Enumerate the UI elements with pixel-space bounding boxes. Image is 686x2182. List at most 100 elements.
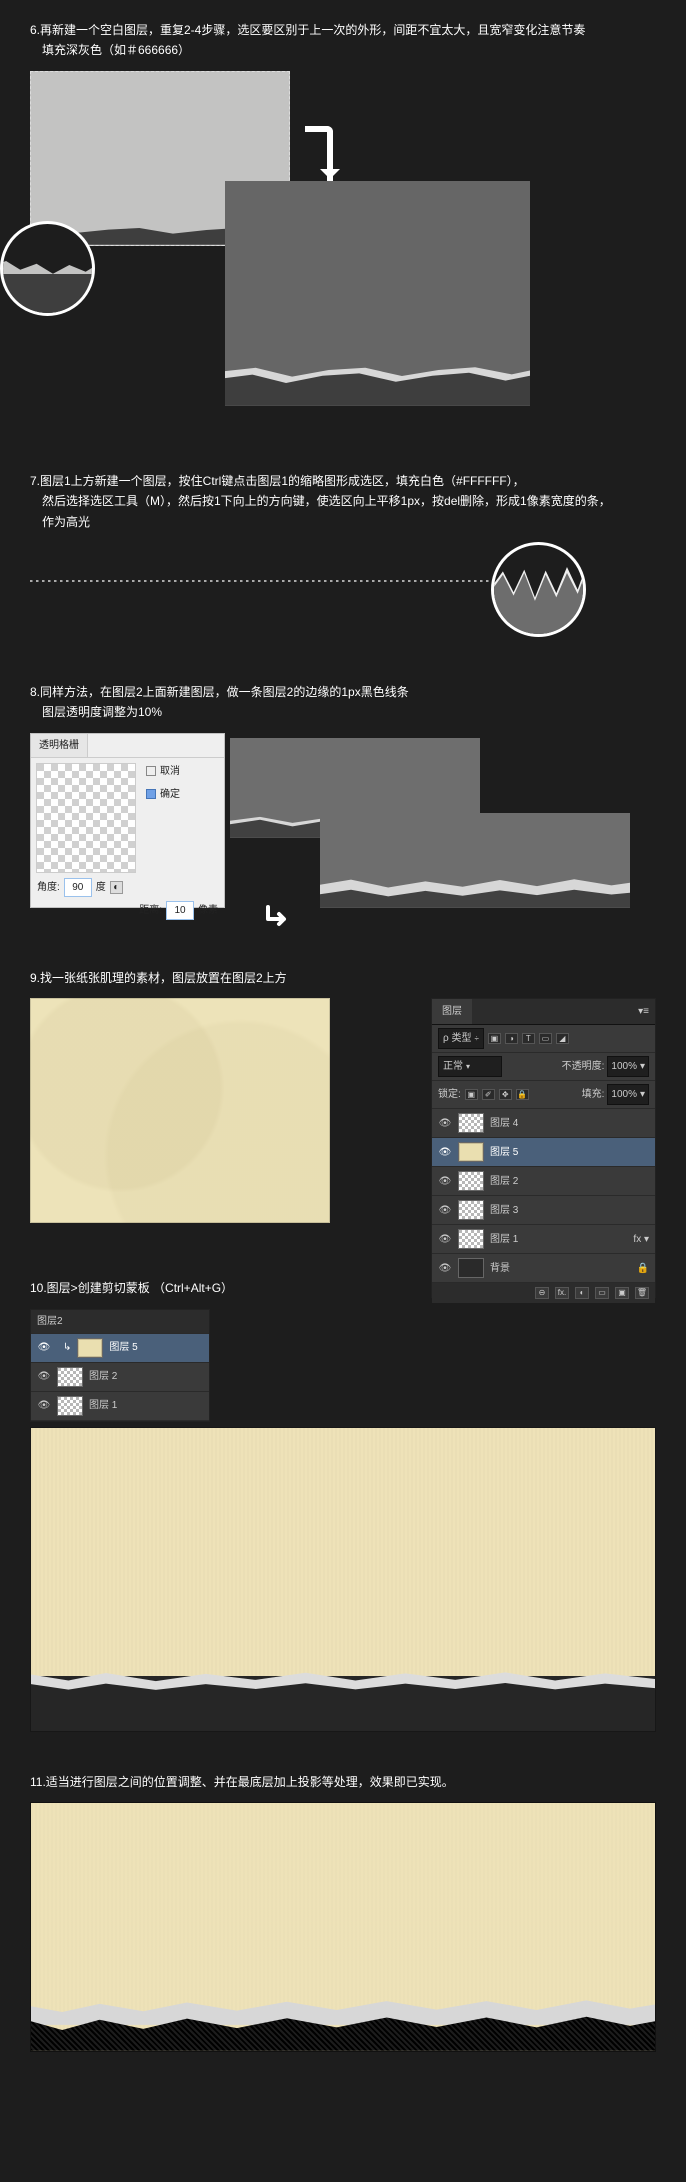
- highlight-line: [30, 580, 566, 582]
- filter-shape-icon[interactable]: ▭: [539, 1033, 552, 1044]
- visibility-icon[interactable]: 👁: [438, 1173, 452, 1190]
- step-7-line2: 然后选择选区工具（M），然后按1下向上的方向键，使选区向上平移1px，按del删…: [42, 491, 656, 511]
- angle-dial-icon[interactable]: ◐: [110, 881, 123, 894]
- filter-smart-icon[interactable]: ◢: [556, 1033, 569, 1044]
- lock-trans-icon[interactable]: ▣: [465, 1089, 478, 1100]
- layer-name: 图层 2: [89, 1368, 117, 1385]
- lock-all-icon[interactable]: 🔒: [516, 1089, 529, 1100]
- step-8-line2: 图层透明度调整为10%: [42, 702, 656, 722]
- filter-adjust-icon[interactable]: ◑: [505, 1033, 518, 1044]
- layer-row[interactable]: 👁 背景 🔒: [432, 1254, 655, 1283]
- visibility-icon[interactable]: 👁: [37, 1368, 51, 1385]
- result-preview: [225, 181, 530, 406]
- layer-thumb: [458, 1258, 484, 1278]
- layer-name: 图层 5: [109, 1339, 137, 1356]
- fill-input[interactable]: 100%▾: [607, 1084, 649, 1105]
- layer-thumb: [458, 1200, 484, 1220]
- layer-row[interactable]: 👁 图层 5: [432, 1138, 655, 1167]
- layer-name: 背景: [490, 1260, 510, 1277]
- step-6-visual: [30, 71, 656, 431]
- layer-filter-row: ρ 类型÷ ▣ ◑ T ▭ ◢: [432, 1025, 655, 1053]
- opacity-label: 不透明度:: [562, 1058, 605, 1075]
- angle-unit: 度: [96, 879, 106, 896]
- lock-pixel-icon[interactable]: ✐: [482, 1089, 495, 1100]
- panel-ok[interactable]: 确定: [146, 786, 219, 803]
- dist-input[interactable]: 10: [166, 901, 194, 920]
- paper-texture: [30, 998, 330, 1223]
- step-8: 8.同样方法，在图层2上面新建图层，做一条图层2的边缘的1px黑色线条 图层透明…: [30, 682, 656, 928]
- step-7-text: 7.图层1上方新建一个图层，按住Ctrl键点击图层1的缩略图形成选区，填充白色（…: [30, 471, 656, 532]
- layers-panel: 图层 ▾≡ ρ 类型÷ ▣ ◑ T ▭ ◢ 正常▾ 不透明度: 100%▾ 锁定…: [431, 998, 656, 1298]
- step-9-visual: 图层 ▾≡ ρ 类型÷ ▣ ◑ T ▭ ◢ 正常▾ 不透明度: 100%▾ 锁定…: [30, 998, 656, 1238]
- panel-menu-icon[interactable]: ▾≡: [632, 999, 655, 1024]
- step-6-line1: 6.再新建一个空白图层，重复2-4步骤，选区要区别于上一次的外形，间距不宜太大，…: [30, 23, 585, 37]
- trash-icon[interactable]: 🗑: [635, 1287, 649, 1299]
- layer-row[interactable]: 👁图层 4: [432, 1109, 655, 1138]
- step-9-text: 9.找一张纸张肌理的素材，图层放置在图层2上方: [30, 968, 656, 988]
- visibility-icon[interactable]: 👁: [438, 1115, 452, 1132]
- blend-row: 正常▾ 不透明度: 100%▾: [432, 1053, 655, 1081]
- lock-pos-icon[interactable]: ✥: [499, 1089, 512, 1100]
- gray-preview-2: [320, 813, 630, 908]
- new-layer-icon[interactable]: ▣: [615, 1287, 629, 1299]
- mini-top: 图层2: [37, 1313, 63, 1330]
- opacity-input[interactable]: 100%▾: [607, 1056, 649, 1077]
- layer-row[interactable]: 👁 图层 2: [31, 1363, 209, 1392]
- lock-icon: 🔒: [637, 1260, 649, 1277]
- step-8-visual: 透明格栅 取消 确定 角度: 90 度 ◐ 距离: 10 像素: [30, 733, 656, 928]
- fx-badge[interactable]: fx ▾: [633, 1231, 649, 1248]
- visibility-icon[interactable]: 👁: [438, 1144, 452, 1161]
- layer-thumb: [458, 1171, 484, 1191]
- lock-label: 锁定:: [438, 1086, 461, 1103]
- layer-row[interactable]: 👁 ↳ 图层 5: [31, 1334, 209, 1363]
- clip-arrow-icon: ↳: [63, 1339, 71, 1356]
- step-10: 10.图层>创建剪切蒙板 （Ctrl+Alt+G） 图层2 👁↳图层 5👁图层 …: [30, 1278, 656, 1731]
- link-icon[interactable]: ⊖: [535, 1287, 549, 1299]
- angle-input[interactable]: 90: [64, 878, 92, 897]
- blend-mode-select[interactable]: 正常▾: [438, 1056, 502, 1077]
- filter-text-icon[interactable]: T: [522, 1033, 535, 1044]
- layer-thumb: [458, 1142, 484, 1162]
- final-edge: [31, 1991, 655, 2025]
- layer-row[interactable]: 👁 图层 1 fx ▾: [432, 1225, 655, 1254]
- layers-panel-tabs: 图层 ▾≡: [432, 999, 655, 1025]
- zoom-circle-1: [0, 221, 95, 316]
- panel-cancel[interactable]: 取消: [146, 763, 219, 780]
- mini-layer-list: 👁 ↳ 图层 5 👁 图层 2 👁 图层 1: [31, 1334, 209, 1421]
- visibility-icon[interactable]: 👁: [438, 1231, 452, 1248]
- visibility-icon[interactable]: 👁: [438, 1202, 452, 1219]
- layer-row[interactable]: 👁 图层 1: [31, 1392, 209, 1421]
- panel-tab[interactable]: 透明格栅: [31, 734, 88, 757]
- layer-row[interactable]: 👁 图层 2: [432, 1167, 655, 1196]
- final-result: [30, 1802, 656, 2052]
- result-paper: [31, 1428, 655, 1676]
- kind-select[interactable]: ρ 类型÷: [438, 1028, 484, 1049]
- step-6-text: 6.再新建一个空白图层，重复2-4步骤，选区要区别于上一次的外形，间距不宜太大，…: [30, 20, 656, 61]
- visibility-icon[interactable]: 👁: [37, 1397, 51, 1414]
- layer-name: 图层 5: [490, 1144, 518, 1161]
- mask-icon[interactable]: ◐: [575, 1287, 589, 1299]
- filter-pixel-icon[interactable]: ▣: [488, 1033, 501, 1044]
- arrow-icon: [305, 126, 333, 186]
- step-9: 9.找一张纸张肌理的素材，图层放置在图层2上方 图层 ▾≡ ρ 类型÷ ▣ ◑ …: [30, 968, 656, 1238]
- layers-footer: ⊖ fx. ◐ ▭ ▣ 🗑: [432, 1283, 655, 1303]
- layer-name: 图层 1: [89, 1397, 117, 1414]
- visibility-icon[interactable]: 👁: [438, 1260, 452, 1277]
- fill-label: 填充:: [582, 1086, 605, 1103]
- step-7-visual: [30, 542, 656, 642]
- step-11-text: 11.适当进行图层之间的位置调整、并在最底层加上投影等处理，效果即已实现。: [30, 1772, 656, 1792]
- lock-row: 锁定: ▣ ✐ ✥ 🔒 填充: 100%▾: [432, 1081, 655, 1109]
- step-7-line1: 7.图层1上方新建一个图层，按住Ctrl键点击图层1的缩略图形成选区，填充白色（…: [30, 474, 525, 488]
- layer-name: 图层 1: [490, 1231, 518, 1248]
- visibility-icon[interactable]: 👁: [37, 1339, 51, 1356]
- folder-icon[interactable]: ▭: [595, 1287, 609, 1299]
- motion-blur-panel: 透明格栅 取消 确定 角度: 90 度 ◐ 距离: 10 像素: [30, 733, 225, 908]
- layers-tab[interactable]: 图层: [432, 999, 472, 1024]
- step-6-line2: 填充深灰色（如＃666666）: [42, 40, 656, 60]
- fx-icon[interactable]: fx.: [555, 1287, 569, 1299]
- layer-row[interactable]: 👁图层 3: [432, 1196, 655, 1225]
- mini-layers-panel: 图层2 👁 ↳ 图层 5 👁 图层 2 👁 图层 1: [30, 1309, 210, 1422]
- layer-name: 图层 2: [490, 1173, 518, 1190]
- dist-label: 距离:: [139, 902, 162, 919]
- dist-unit: 像素: [198, 902, 218, 919]
